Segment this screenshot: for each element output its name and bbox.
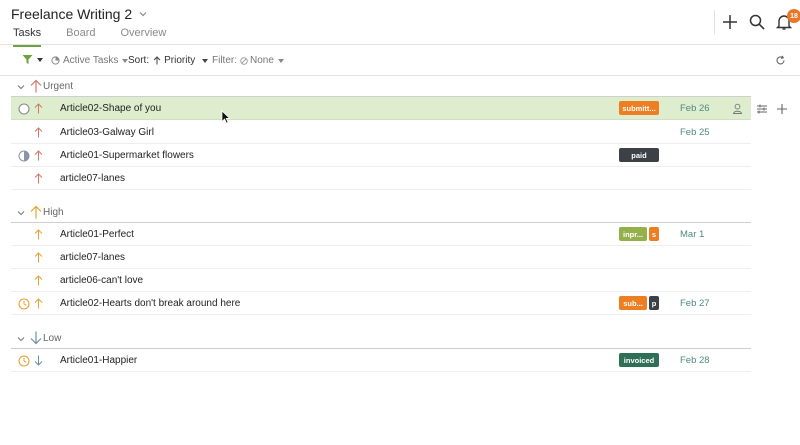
assignee-icon[interactable] (732, 103, 743, 114)
chevron-down-icon (139, 12, 147, 17)
task-name[interactable]: Article01-Perfect (60, 229, 134, 240)
search-icon[interactable] (748, 13, 766, 31)
funnel-icon (22, 55, 33, 64)
filter-dropdown[interactable]: Filter: None (212, 55, 284, 66)
tag-submitted[interactable]: sub... (619, 296, 647, 310)
task-row[interactable]: Article02-Shape of you submitt... Feb 26 (11, 97, 751, 120)
task-row[interactable]: Article01-Supermarket flowers paid (11, 144, 751, 167)
task-row[interactable]: Article01-Perfect inpr... s Mar 1 (11, 223, 751, 246)
due-date[interactable]: Feb 27 (680, 298, 710, 309)
task-row[interactable]: Article01-Happier invoiced Feb 28 (11, 349, 751, 372)
status-clock-icon[interactable] (18, 355, 30, 367)
task-options-icon[interactable] (756, 103, 768, 115)
tag-inprogress[interactable]: inpr... (619, 227, 647, 241)
task-row[interactable]: Article03-Galway Girl Feb 25 (11, 121, 751, 144)
due-date[interactable]: Feb 28 (680, 355, 710, 366)
status-circle-icon[interactable] (18, 103, 30, 115)
arrow-up-icon (153, 56, 161, 65)
urgent-arrow-icon (34, 127, 43, 138)
task-toolbar: Active Tasks Sort: Priority Filter: None (0, 46, 800, 76)
header-divider (714, 10, 715, 34)
tag-paid[interactable]: paid (619, 148, 659, 162)
urgent-arrow-icon (34, 150, 43, 161)
task-row[interactable]: article07-lanes (11, 167, 751, 190)
group-name: Low (43, 333, 62, 344)
filter-toggle-button[interactable] (22, 54, 43, 65)
group-name: Urgent (43, 81, 74, 92)
low-arrow-icon (34, 355, 43, 366)
tab-tasks[interactable]: Tasks (13, 27, 42, 47)
urgent-arrow-icon (34, 103, 43, 114)
task-row[interactable]: article07-lanes (11, 246, 751, 269)
active-tasks-dropdown[interactable]: Active Tasks (51, 55, 129, 66)
task-name[interactable]: article06-can't love (60, 275, 143, 286)
filter-value: None (250, 55, 274, 66)
add-icon[interactable] (721, 13, 739, 31)
high-priority-icon (30, 205, 42, 219)
tag-s[interactable]: s (649, 227, 659, 241)
group-name: High (43, 207, 64, 218)
task-row[interactable]: Article02-Hearts don't break around here… (11, 292, 751, 315)
app-header: Freelance Writing 2 Tasks Board Overview… (0, 0, 800, 47)
task-row[interactable]: article06-can't love (11, 269, 751, 292)
active-tasks-label: Active Tasks (63, 55, 119, 66)
tag-invoiced[interactable]: invoiced (619, 353, 659, 367)
add-subtask-icon[interactable] (776, 103, 788, 115)
low-priority-icon (30, 331, 42, 345)
due-date[interactable]: Feb 25 (680, 127, 710, 138)
urgent-arrow-icon (34, 173, 43, 184)
task-name[interactable]: Article01-Supermarket flowers (60, 150, 194, 161)
tab-overview[interactable]: Overview (120, 27, 166, 47)
collapse-caret-icon[interactable] (17, 83, 25, 91)
sort-dropdown[interactable]: Sort: Priority (128, 55, 209, 66)
status-half-icon[interactable] (18, 150, 30, 162)
high-arrow-icon (34, 229, 43, 240)
high-arrow-icon (34, 252, 43, 263)
sort-value: Priority (164, 55, 196, 66)
collapse-caret-icon[interactable] (17, 335, 25, 343)
task-name[interactable]: Article02-Hearts don't break around here (60, 298, 240, 309)
task-name[interactable]: Article01-Happier (60, 355, 137, 366)
group-header-high: High (0, 202, 751, 224)
tag-p[interactable]: p (649, 296, 659, 310)
high-arrow-icon (34, 298, 43, 309)
due-date[interactable]: Mar 1 (680, 229, 704, 240)
view-tabs: Tasks Board Overview (13, 27, 191, 47)
task-name[interactable]: article07-lanes (60, 173, 125, 184)
none-icon (240, 56, 248, 65)
pie-icon (51, 56, 60, 65)
refresh-icon[interactable] (775, 55, 786, 66)
collapse-caret-icon[interactable] (17, 209, 25, 217)
project-title-text: Freelance Writing 2 (11, 6, 133, 22)
task-name[interactable]: Article03-Galway Girl (60, 127, 154, 138)
high-arrow-icon (34, 275, 43, 286)
project-title[interactable]: Freelance Writing 2 (11, 6, 148, 22)
group-header-urgent: Urgent (0, 76, 751, 98)
filter-label: Filter: (212, 55, 237, 66)
notification-badge: 18 (787, 9, 800, 23)
task-name[interactable]: article07-lanes (60, 252, 125, 263)
tab-board[interactable]: Board (66, 27, 95, 47)
due-date[interactable]: Feb 26 (680, 103, 710, 114)
urgent-priority-icon (30, 79, 42, 93)
sort-label: Sort: (128, 55, 150, 66)
tag-submitted[interactable]: submitt... (619, 101, 659, 115)
group-header-low: Low (0, 328, 751, 350)
task-name[interactable]: Article02-Shape of you (60, 103, 161, 114)
status-clock-icon[interactable] (18, 298, 30, 310)
